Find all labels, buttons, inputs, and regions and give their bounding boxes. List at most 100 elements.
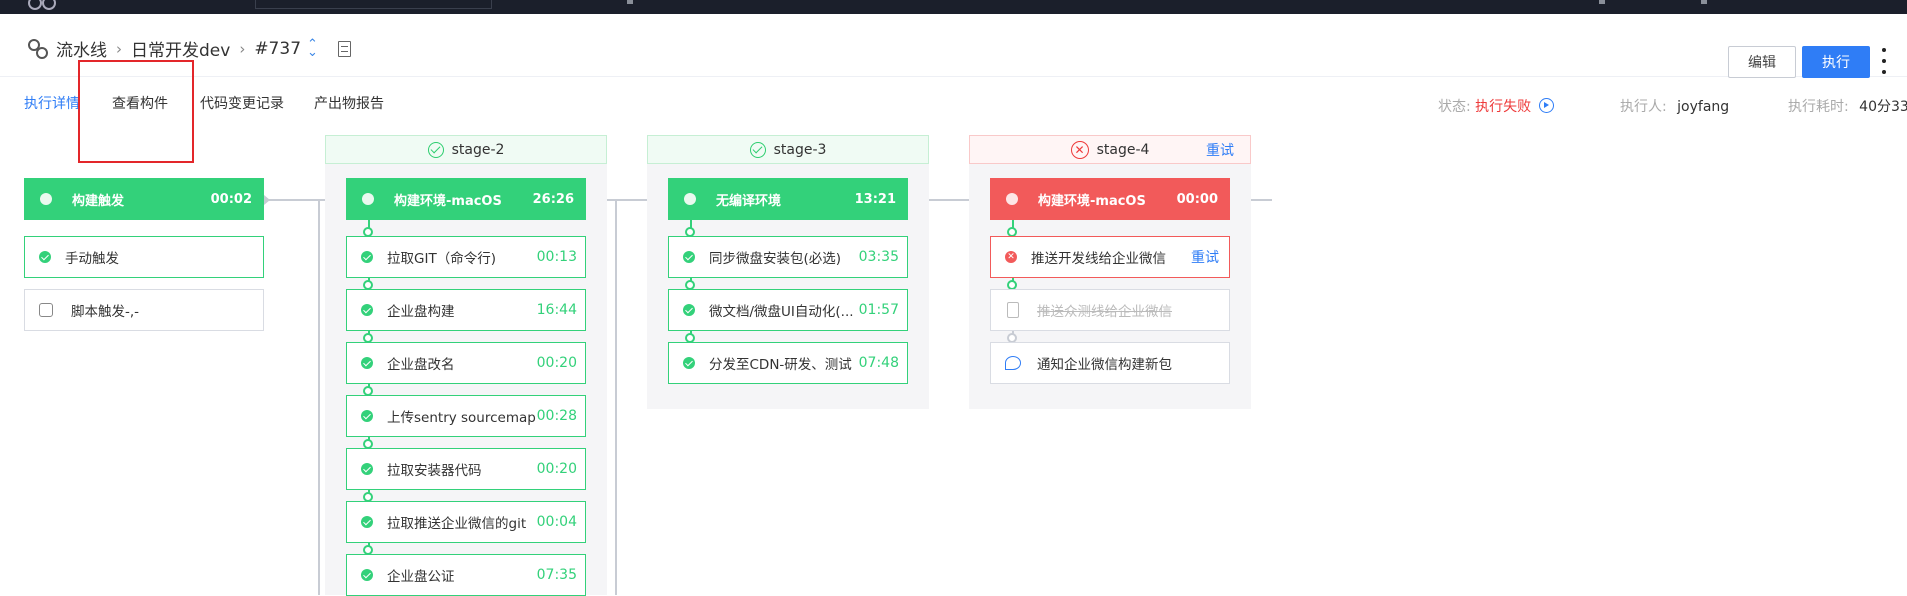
switch-build-icon[interactable]: ⌃ ⌄ [307, 38, 318, 59]
task-item[interactable]: 企业盘构建 16:44 [346, 289, 586, 331]
stage-header[interactable]: stage-2 [325, 135, 607, 164]
error-circle-icon: ✕ [1070, 140, 1089, 159]
top-nav-bar [0, 0, 1907, 14]
success-icon [361, 251, 373, 263]
task-item[interactable]: 脚本触发-,- [24, 289, 264, 331]
task-label: 手动触发 [65, 251, 119, 267]
task-item[interactable]: 手动触发 [24, 236, 264, 278]
executor-value: joyfang [1677, 99, 1730, 115]
task-label: 拉取GIT（命令行) [387, 251, 496, 267]
job-time: 00:02 [210, 191, 252, 207]
chevron-right-icon: › [239, 39, 246, 58]
task-item[interactable]: 拉取推送企业微信的git 00:04 [346, 501, 586, 543]
stage-title: stage-3 [773, 141, 827, 158]
success-icon [361, 569, 373, 581]
task-label: 企业盘公证 [387, 569, 455, 585]
task-item[interactable]: 企业盘公证 07:35 [346, 554, 586, 596]
task-label: 拉取推送企业微信的git [387, 516, 527, 532]
task-time: 07:48 [858, 355, 899, 371]
task-item[interactable]: 拉取安装器代码 00:20 [346, 448, 586, 490]
job-time: 00:00 [1176, 191, 1218, 207]
more-menu-icon[interactable] [1880, 48, 1888, 74]
status-value: 执行失败 [1475, 99, 1532, 115]
task-item[interactable]: 企业盘改名 00:20 [346, 342, 586, 384]
success-icon [361, 410, 373, 422]
task-item[interactable]: 上传sentry sourcemap 00:28 [346, 395, 586, 437]
task-label: 企业盘改名 [387, 357, 455, 373]
job-name: 构建触发 [72, 193, 125, 209]
arrow-icon [264, 195, 270, 205]
task-item[interactable]: 微文档/微盘UI自动化(... 01:57 [668, 289, 908, 331]
status-field: 状态: 执行失败 [1438, 96, 1554, 116]
task-label: 拉取安装器代码 [387, 463, 482, 479]
task-item[interactable]: 拉取GIT（命令行) 00:13 [346, 236, 586, 278]
task-item-skipped[interactable]: 推送众测线给企业微信 [990, 289, 1230, 331]
top-nav-marker [627, 0, 633, 4]
task-label: 推送众测线给企业微信 [1037, 304, 1172, 320]
task-time: 00:20 [536, 355, 577, 371]
success-icon [683, 251, 695, 263]
job-build-trigger[interactable]: 构建触发 00:02 [24, 178, 264, 220]
stage-title: stage-2 [451, 141, 505, 158]
success-icon [361, 516, 373, 528]
tab-execution-detail[interactable]: 执行详情 [24, 93, 80, 113]
stage-retry-link[interactable]: 重试 [1206, 140, 1234, 160]
annotation-highlight [78, 60, 194, 163]
task-item[interactable]: 同步微盘安装包(必选) 03:35 [668, 236, 908, 278]
stage-header[interactable]: stage-3 [647, 135, 929, 164]
task-label: 企业盘构建 [387, 304, 455, 320]
success-icon [683, 304, 695, 316]
job-build-env-macos[interactable]: 构建环境-macOS 26:26 [346, 178, 586, 220]
job-status-icon [684, 193, 696, 205]
task-time: 03:35 [858, 249, 899, 265]
task-time: 16:44 [536, 302, 577, 318]
edit-button[interactable]: 编辑 [1728, 46, 1796, 78]
task-label: 脚本触发-,- [71, 304, 140, 320]
task-time: 00:13 [536, 249, 577, 265]
success-icon [39, 251, 51, 263]
task-label: 分发至CDN-研发、测试 [709, 357, 852, 373]
executor-field: 执行人: joyfang [1620, 96, 1729, 116]
task-time: 01:57 [858, 302, 899, 318]
job-no-compile-env[interactable]: 无编译环境 13:21 [668, 178, 908, 220]
stage-header-failed[interactable]: ✕ stage-4 重试 [969, 135, 1251, 164]
breadcrumb-build: #737 [254, 38, 302, 59]
job-name: 无编译环境 [716, 193, 782, 209]
success-icon [361, 357, 373, 369]
tab-output-report[interactable]: 产出物报告 [314, 93, 384, 113]
app-logo[interactable] [28, 0, 62, 10]
task-item[interactable]: 分发至CDN-研发、测试 07:48 [668, 342, 908, 384]
check-circle-icon [749, 141, 766, 158]
task-label: 微文档/微盘UI自动化(... [709, 304, 854, 320]
top-search-box[interactable] [255, 0, 492, 9]
task-time: 07:35 [536, 567, 577, 583]
task-label: 通知企业微信构建新包 [1037, 357, 1172, 373]
replay-icon[interactable] [1538, 98, 1554, 113]
notify-icon [1005, 356, 1021, 370]
job-build-env-macos-failed[interactable]: 构建环境-macOS 00:00 [990, 178, 1230, 220]
task-retry-link[interactable]: 重试 [1191, 247, 1219, 267]
task-label: 推送开发线给企业微信 [1031, 251, 1166, 267]
chevron-right-icon: › [116, 39, 122, 58]
job-time: 13:21 [854, 191, 896, 207]
breadcrumb-pipeline[interactable]: 日常开发dev [131, 36, 230, 61]
script-icon [39, 303, 53, 317]
task-item-failed[interactable]: ✕ 推送开发线给企业微信 重试 [990, 236, 1230, 278]
task-label: 上传sentry sourcemap [387, 410, 536, 426]
job-status-icon [40, 193, 52, 205]
breadcrumb-root[interactable]: 流水线 [56, 36, 107, 61]
tab-code-changes[interactable]: 代码变更记录 [200, 93, 284, 113]
job-name: 构建环境-macOS [1038, 193, 1146, 209]
duration-value: 40分33秒 [1859, 99, 1907, 115]
error-icon: ✕ [1005, 251, 1017, 263]
status-label: 状态: [1438, 99, 1471, 115]
document-icon[interactable] [337, 40, 351, 57]
stage-title: stage-4 [1096, 141, 1150, 158]
run-button[interactable]: 执行 [1802, 46, 1870, 78]
stage-connector [318, 199, 320, 595]
task-item[interactable]: 通知企业微信构建新包 [990, 342, 1230, 384]
duration-field: 执行耗时: 40分33秒 [1788, 96, 1907, 116]
pipeline-icon [28, 38, 48, 59]
duration-label: 执行耗时: [1788, 99, 1849, 115]
task-time: 00:20 [536, 461, 577, 477]
